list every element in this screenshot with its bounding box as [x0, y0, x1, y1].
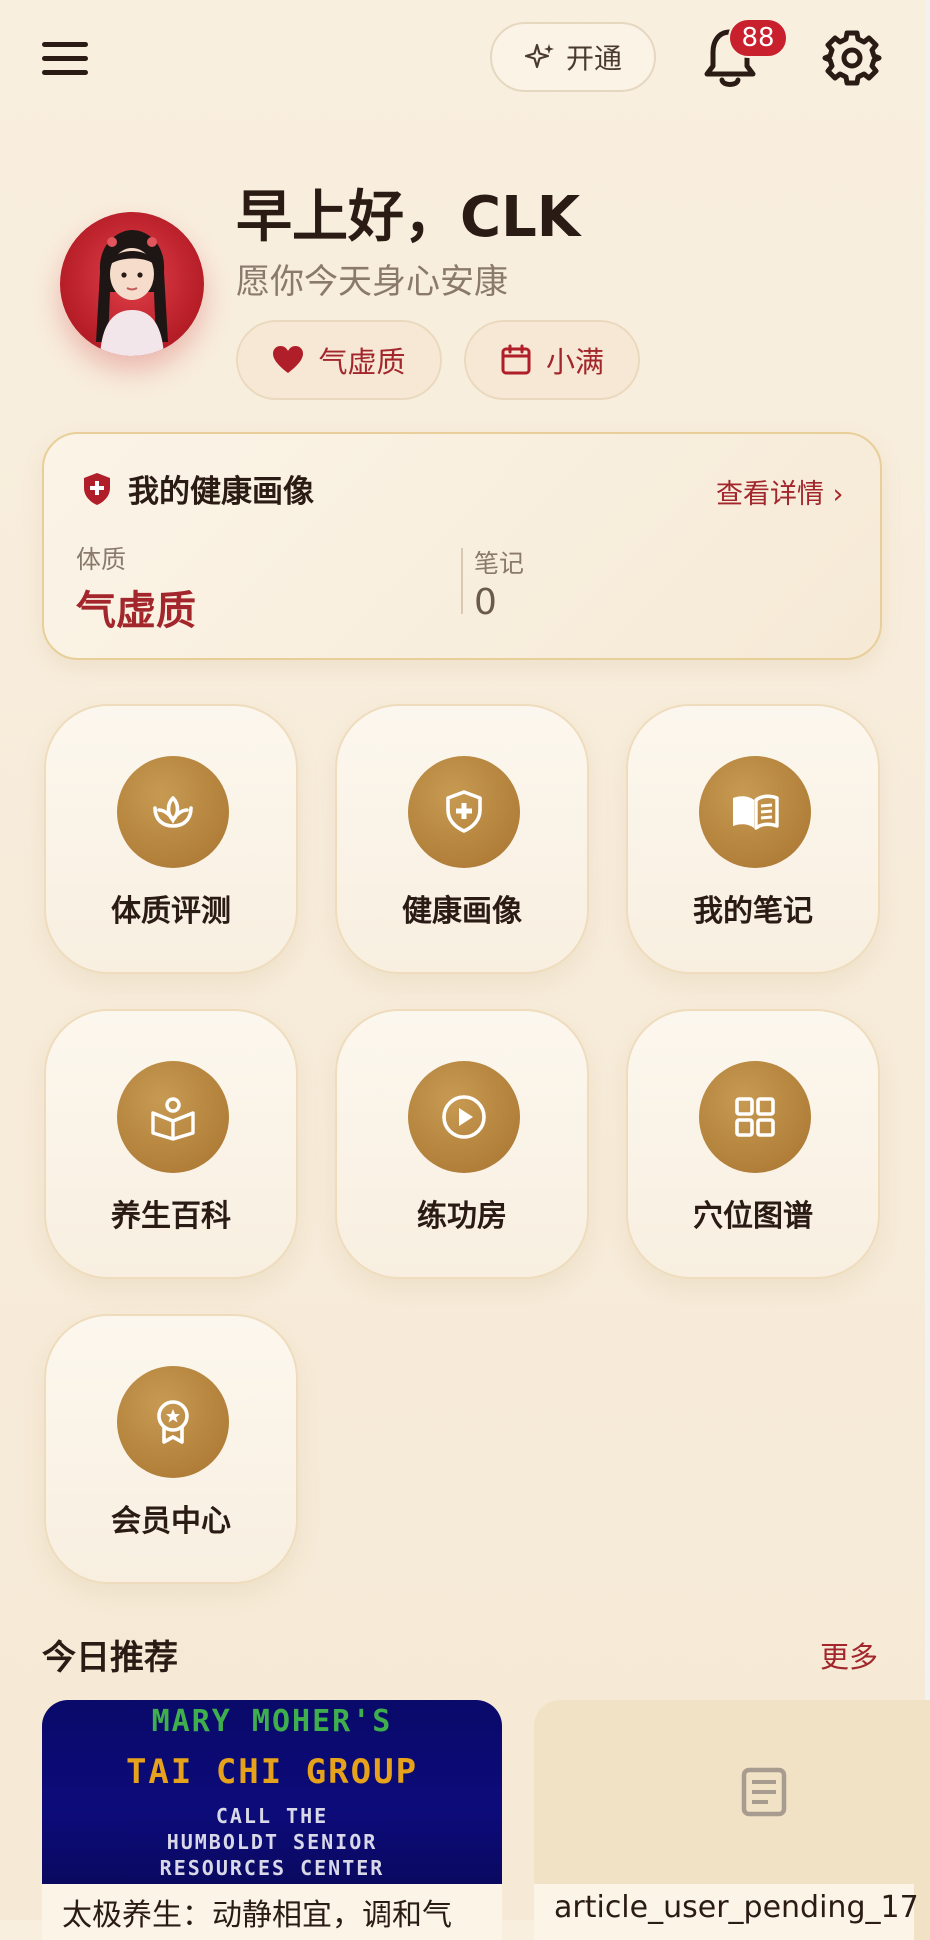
sprout-icon	[153, 796, 193, 828]
avatar[interactable]	[60, 212, 204, 356]
menu-line	[42, 41, 88, 47]
menu-button[interactable]	[42, 30, 102, 86]
divider	[461, 548, 463, 614]
document-icon	[741, 1767, 787, 1817]
card-caption: article_user_pending_17	[534, 1884, 919, 1940]
recommend-card[interactable]: article_user_pending_17	[534, 1700, 930, 1940]
book-icon	[733, 794, 779, 830]
tile-icon-circle	[117, 756, 229, 868]
menu-line	[42, 69, 88, 75]
tile-icon-circle	[699, 756, 811, 868]
tile-health-profile[interactable]: 健康画像	[335, 704, 589, 974]
tile-my-notes[interactable]: 我的笔记	[626, 704, 880, 974]
tile-icon-circle	[117, 1061, 229, 1173]
menu-line	[42, 55, 88, 61]
tile-icon-circle	[117, 1366, 229, 1478]
tile-icon-circle	[408, 756, 520, 868]
reader-book-icon	[151, 1097, 195, 1141]
notes-value: 0	[474, 582, 497, 623]
edge-strip	[925, 0, 930, 1920]
chip-label: 气虚质	[318, 345, 406, 379]
greeting-subtitle: 愿你今天身心安康	[236, 262, 508, 302]
play-circle-icon	[442, 1095, 486, 1139]
shield-plus-icon	[446, 790, 482, 833]
constitution-chip[interactable]: 气虚质	[236, 320, 442, 400]
thumb-text: RESOURCES CENTER	[159, 1856, 385, 1880]
chip-label: 小满	[545, 345, 604, 379]
tile-label: 穴位图谱	[693, 1199, 813, 1234]
tile-constitution-test[interactable]: 体质评测	[44, 704, 298, 974]
tile-icon-circle	[408, 1061, 520, 1173]
award-icon	[157, 1400, 189, 1444]
gear-icon[interactable]	[822, 28, 882, 88]
tile-label: 养生百科	[111, 1199, 231, 1234]
recommend-title: 今日推荐	[42, 1638, 178, 1678]
calendar-icon	[501, 344, 531, 375]
thumb-text: HUMBOLDT SENIOR	[166, 1830, 378, 1854]
tile-member-center[interactable]: 会员中心	[44, 1314, 298, 1584]
tile-label: 会员中心	[111, 1504, 231, 1539]
thumb-text: TAI CHI GROUP	[125, 1752, 419, 1792]
video-thumbnail: MARY MOHER'S TAI CHI GROUP CALL THE HUMB…	[42, 1700, 502, 1884]
health-profile-title: 我的健康画像	[82, 466, 314, 511]
notification-badge: 88	[728, 18, 788, 58]
constitution-value: 气虚质	[76, 588, 196, 634]
tile-label: 体质评测	[111, 894, 231, 929]
shield-cross-icon	[84, 472, 110, 505]
tile-label: 我的笔记	[693, 894, 813, 929]
more-link[interactable]: 更多	[820, 1634, 878, 1676]
recommend-card[interactable]: MARY MOHER'S TAI CHI GROUP CALL THE HUMB…	[42, 1700, 502, 1940]
tile-label: 练功房	[417, 1199, 507, 1234]
tile-practice-room[interactable]: 练功房	[335, 1009, 589, 1279]
avatar-portrait	[96, 230, 168, 356]
notes-label: 笔记	[474, 549, 525, 578]
thumb-text: CALL THE	[215, 1804, 329, 1828]
open-label: 开通	[565, 42, 622, 75]
constitution-label: 体质	[76, 545, 127, 574]
health-profile-title-text: 我的健康画像	[128, 474, 314, 510]
greeting-title: 早上好，CLK	[236, 185, 581, 250]
view-details-link[interactable]: 查看详情 ›	[716, 472, 843, 511]
tile-wellness-encyclopedia[interactable]: 养生百科	[44, 1009, 298, 1279]
tile-icon-circle	[699, 1061, 811, 1173]
solar-term-chip[interactable]: 小满	[464, 320, 640, 400]
open-membership-button[interactable]: 开通	[490, 22, 656, 92]
thumb-text: MARY MOHER'S	[151, 1704, 393, 1739]
sparkle-icon	[524, 43, 554, 69]
tile-label: 健康画像	[402, 894, 522, 929]
card-caption: 太极养生：动静相宜，调和气	[62, 1898, 452, 1933]
tile-acupoint-atlas[interactable]: 穴位图谱	[626, 1009, 880, 1279]
grid-icon	[735, 1097, 775, 1137]
heart-icon	[273, 346, 304, 373]
